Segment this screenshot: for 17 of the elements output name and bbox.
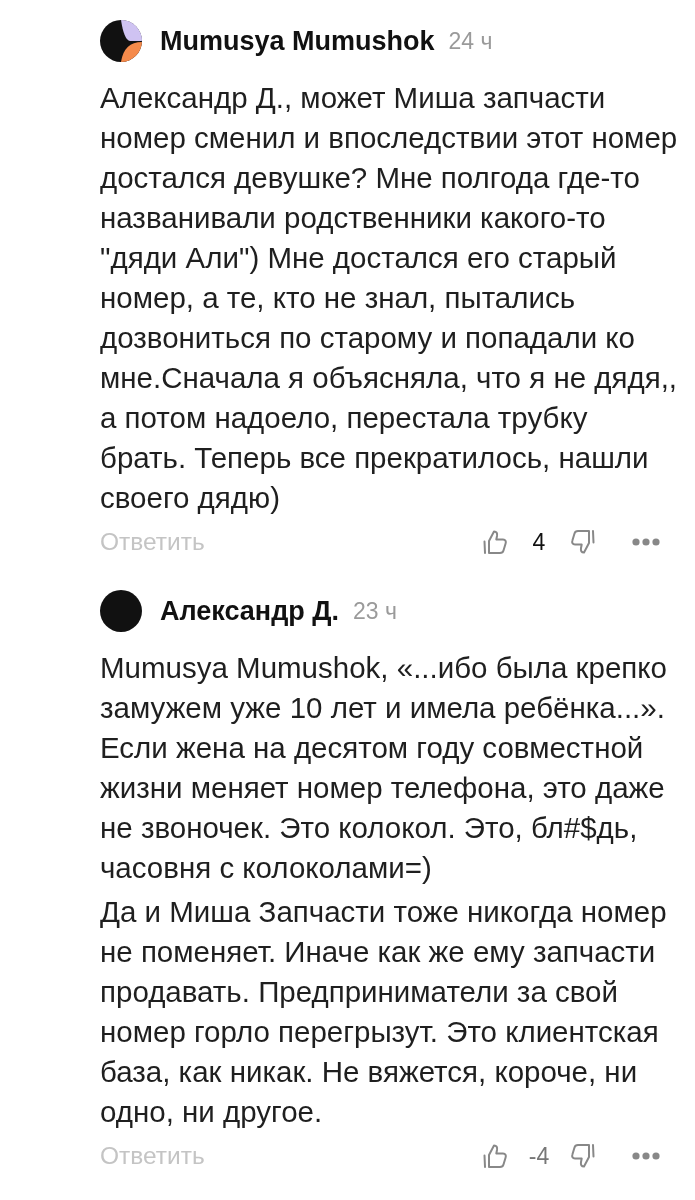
- vote-score: 4: [531, 528, 547, 556]
- avatar-icon: [100, 590, 142, 632]
- vote-score: -4: [527, 1142, 551, 1170]
- thumbs-down-icon[interactable]: [570, 529, 596, 555]
- comment-time: 23 ч: [353, 597, 397, 625]
- author-name[interactable]: Александр Д.: [160, 595, 339, 627]
- comment-text: Александр Д., может Миша запчасти номер сменил и впоследствии этот номер достался девушке? Мне полгода где-то названивали родственники какого-то "дяди Али") Мне достался его старый номер, а те, кто не знал, пытались дозвониться по старому и попадали ко мне.Сначала я объясняла, что я не дядя,, а потом надоело, перестала трубку брать. Теперь все прекратилось, нашли своего дядю): [100, 80, 679, 516]
- thumbs-up-icon[interactable]: [482, 529, 508, 555]
- comment-text: Да и Миша Запчасти тоже никогда номер не поменяет. Иначе как же ему запчасти продавать. Предприниматели за свой номер горло перегрызут. Это клиентская база, как никак. Не вяжется, короче, ни одно, ни другое.: [100, 894, 668, 1130]
- thumbs-down-icon[interactable]: [570, 1143, 596, 1169]
- comment-time: 24 ч: [448, 27, 493, 55]
- more-options-icon[interactable]: [632, 538, 660, 546]
- thumbs-up-icon[interactable]: [482, 1143, 508, 1169]
- more-options-icon[interactable]: [632, 1152, 660, 1160]
- avatar-icon: [100, 20, 142, 62]
- author-name[interactable]: Mumusya Mumushok: [160, 25, 435, 57]
- comment-text: Mumusya Mumushok, «...ибо была крепко замужем уже 10 лет и имела ребёнка...». Если жена на десятом году совместной жизни меняет номер телефона, это даже не звоночек. Это колокол. Это, бл#$дь, часовня с колоколами=): [100, 650, 668, 886]
